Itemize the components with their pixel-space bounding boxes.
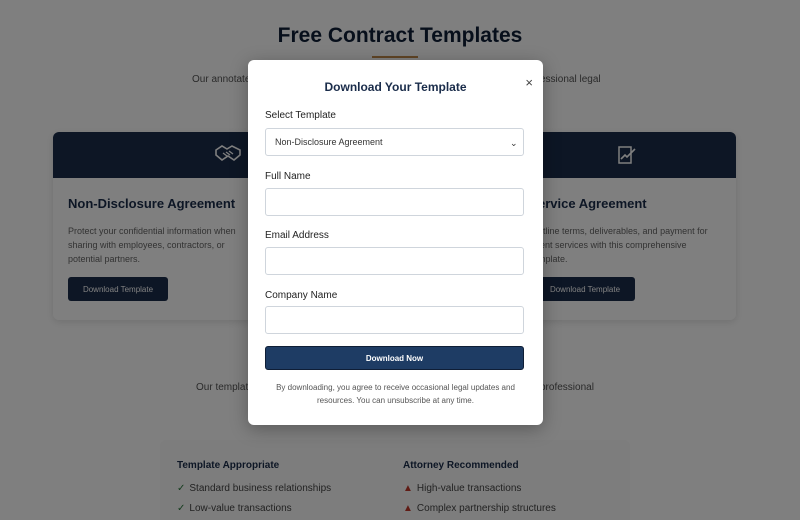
modal-title: Download Your Template: [324, 80, 467, 94]
download-now-button[interactable]: Download Now: [265, 346, 524, 370]
company-name-input[interactable]: [265, 306, 524, 334]
download-modal: Download Your Template × Select Template…: [248, 60, 543, 425]
email-input[interactable]: [265, 247, 524, 275]
full-name-input[interactable]: [265, 188, 524, 216]
close-icon[interactable]: ×: [525, 75, 533, 90]
template-select[interactable]: Non-Disclosure Agreement: [265, 128, 524, 156]
email-label: Email Address: [265, 230, 329, 241]
disclaimer-line: resources. You can unsubscribe at any ti…: [317, 396, 474, 405]
disclaimer-line: By downloading, you agree to receive occ…: [276, 383, 515, 392]
disclaimer-text: By downloading, you agree to receive occ…: [272, 381, 519, 407]
select-template-label: Select Template: [265, 110, 336, 121]
full-name-label: Full Name: [265, 171, 311, 182]
company-name-label: Company Name: [265, 290, 338, 301]
